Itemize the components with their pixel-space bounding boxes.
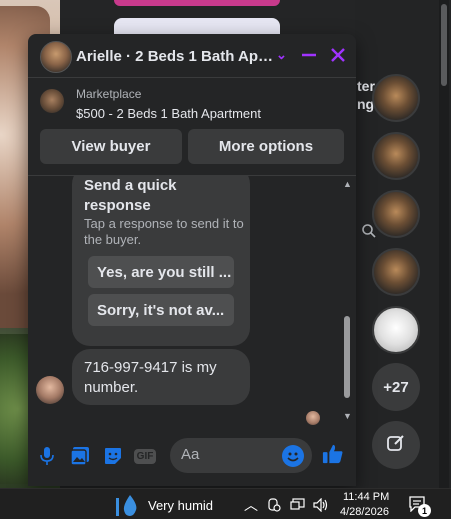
new-message-button[interactable] [372, 421, 420, 469]
chat-title[interactable]: Arielle · 2 Beds 1 Bath Apa... [76, 48, 276, 65]
sticker-icon[interactable] [102, 445, 124, 467]
emoji-icon[interactable] [282, 445, 304, 467]
quick-response-option[interactable]: Yes, are you still ... [88, 256, 234, 288]
seen-indicator-avatar [306, 411, 320, 425]
background-sidebar [355, 0, 451, 488]
quick-response-title: Send a quick response [84, 177, 177, 214]
chat-head[interactable] [372, 306, 420, 354]
weather-droplet-icon[interactable] [116, 494, 142, 519]
compose-icon [386, 433, 406, 458]
chat-head[interactable] [372, 248, 420, 296]
message-composer: GIF Aa [28, 429, 356, 486]
volume-icon[interactable] [313, 497, 329, 517]
close-icon[interactable] [330, 45, 346, 71]
weather-text[interactable]: Very humid [148, 498, 213, 513]
view-buyer-button[interactable]: View buyer [40, 129, 182, 164]
scroll-down-icon[interactable]: ▼ [343, 411, 352, 421]
quick-response-option[interactable]: Sorry, it's not av... [88, 294, 234, 326]
scroll-up-icon[interactable]: ▲ [343, 179, 352, 189]
thread-scrollbar-thumb[interactable] [344, 316, 350, 398]
page-scrollbar[interactable] [439, 0, 449, 488]
chevron-down-icon[interactable]: ⌄ [276, 45, 287, 65]
notification-badge: 1 [418, 504, 431, 517]
network-icon[interactable] [290, 498, 306, 517]
thumbs-up-icon[interactable] [322, 443, 344, 465]
gif-icon[interactable]: GIF [133, 445, 157, 467]
avatar[interactable] [40, 41, 72, 73]
clock-date[interactable]: 4/28/2026 [340, 506, 389, 518]
quick-response-card: Send a quick response Tap a response to … [72, 176, 250, 346]
message-thread[interactable]: Send a quick response Tap a response to … [28, 176, 356, 426]
background-banner [114, 0, 280, 6]
message-bubble[interactable]: 716-997-9417 is my number. [72, 349, 250, 405]
chat-head[interactable] [372, 74, 420, 122]
chat-head[interactable] [372, 132, 420, 180]
meet-now-icon[interactable] [267, 498, 281, 517]
windows-taskbar: Very humid ︿ 11:44 PM 4/28/2026 1 [0, 488, 451, 519]
page-scrollbar-thumb[interactable] [441, 4, 447, 86]
chevron-up-icon[interactable]: ︿ [244, 495, 258, 515]
more-options-button[interactable]: More options [188, 129, 344, 164]
microphone-icon[interactable] [36, 445, 58, 467]
listing-source: Marketplace [76, 87, 142, 101]
chat-header[interactable]: Arielle · 2 Beds 1 Bath Apa... ⌄ [28, 34, 356, 78]
image-icon[interactable] [69, 445, 91, 467]
thread-scrollbar[interactable]: ▲ ▼ [341, 176, 353, 424]
chat-head[interactable] [372, 190, 420, 238]
more-chats-button[interactable]: +27 [372, 363, 420, 411]
quick-response-subtitle: Tap a response to send it to the buyer. [84, 216, 244, 247]
search-icon[interactable] [362, 224, 376, 242]
listing-thumbnail[interactable] [40, 89, 64, 113]
clock-time[interactable]: 11:44 PM [343, 491, 389, 503]
chat-window: Arielle · 2 Beds 1 Bath Apa... ⌄ Marketp… [28, 34, 356, 486]
sender-avatar[interactable] [36, 376, 64, 404]
minus-icon[interactable] [301, 45, 317, 71]
listing-name[interactable]: $500 - 2 Beds 1 Bath Apartment [76, 106, 261, 121]
gif-label: GIF [133, 448, 157, 464]
